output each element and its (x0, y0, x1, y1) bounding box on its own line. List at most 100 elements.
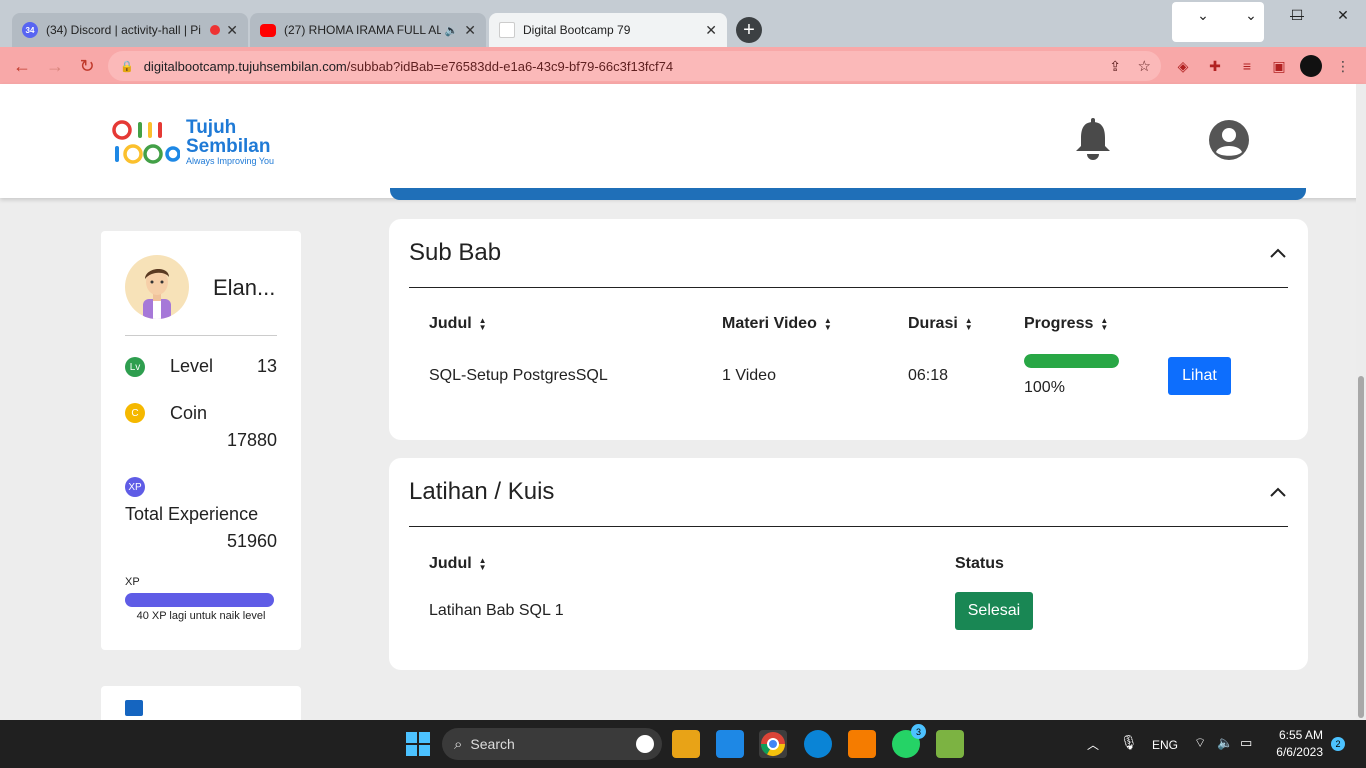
close-window-icon[interactable]: ✕ (1320, 0, 1366, 30)
more-menu-icon[interactable]: ⋮ (1332, 55, 1354, 77)
chrome-icon[interactable] (759, 730, 787, 758)
column-header-durasi[interactable]: Durasi ▲ ▼ (908, 315, 973, 333)
progress-bar (1024, 354, 1119, 368)
progress-bar-fill (1024, 354, 1119, 368)
profile-avatar[interactable] (1300, 55, 1322, 77)
puzzle-extensions-icon[interactable]: ✚ (1204, 55, 1226, 77)
profile-name: Elan... (213, 275, 276, 300)
latihan-card: Latihan / Kuis Judul ▲ ▼ Status Latihan B… (389, 458, 1308, 670)
windows-taskbar: ⌕ Search 3 ︿ 🎙 ENG ⌔ 🔈 ▭ 6:55 AM 6/6/202… (0, 720, 1366, 768)
url-input[interactable]: 🔒 digitalbootcamp.tujuhsembilan.com /sub… (108, 51, 1161, 81)
file-explorer-icon[interactable] (672, 730, 700, 758)
column-header-judul[interactable]: Judul ▲ ▼ (429, 555, 487, 573)
edge-icon[interactable] (804, 730, 832, 758)
logo-line2: Sembilan (186, 136, 271, 157)
wifi-icon[interactable]: ⌔ (1194, 735, 1206, 751)
battery-icon[interactable]: ▭ (1240, 735, 1252, 751)
level-label: Level (170, 356, 214, 376)
column-label: Status (955, 555, 1004, 572)
chapter-header-strip (390, 188, 1306, 200)
coin-value: 17880 (226, 430, 277, 450)
divider (409, 287, 1288, 288)
column-header-status: Status (955, 555, 1004, 573)
column-label: Judul (429, 555, 472, 572)
close-tab-icon[interactable]: ✕ (464, 22, 476, 39)
bookmark-star-icon[interactable]: ☆ (1138, 57, 1151, 75)
divider (125, 335, 277, 336)
tab-youtube[interactable]: (27) RHOMA IRAMA FULL AL 🔊 ✕ (250, 13, 486, 47)
side-panel-icon[interactable]: ▣ (1268, 55, 1290, 77)
speaker-icon[interactable]: 🔊 (445, 24, 459, 37)
level-value: 13 (256, 356, 277, 376)
selesai-status-button[interactable]: Selesai (955, 592, 1033, 630)
sort-icon[interactable]: ▲ ▼ (965, 317, 973, 332)
progress-text: 100% (1024, 379, 1065, 396)
sort-icon[interactable]: ▲ ▼ (479, 317, 487, 332)
forward-arrow-icon[interactable]: → (42, 53, 68, 79)
column-label: Durasi (908, 315, 958, 332)
xampp-icon[interactable] (848, 730, 876, 758)
collapse-chevron-up-icon[interactable] (1268, 244, 1288, 264)
coin-label: Coin (170, 403, 208, 423)
logo-line1: Tujuh (186, 117, 237, 138)
xp-note: 40 XP lagi untuk naik level (136, 610, 266, 622)
url-host: digitalbootcamp.tujuhsembilan.com (143, 58, 347, 74)
notification-bell-icon[interactable] (1074, 118, 1112, 160)
whatsapp-badge: 3 (911, 724, 926, 739)
logo-tagline: Always Improving You (186, 156, 275, 166)
user-account-icon[interactable] (1208, 119, 1250, 161)
tab-discord[interactable]: 34 (34) Discord | activity-hall | Pi ✕ (12, 13, 248, 47)
microphone-icon[interactable]: 🎙 (1120, 734, 1138, 751)
sort-icon[interactable]: ▲ ▼ (479, 557, 487, 572)
tab-search-chevron-icon[interactable]: ⌄ (1180, 0, 1226, 30)
url-path: /subbab?idBab=e76583dd-e1a6-43c9-bf79-66… (346, 58, 674, 74)
bar-chart-icon (125, 700, 143, 716)
subbab-card: Sub Bab Judul ▲ ▼ Materi Video ▲ ▼ Durasi … (389, 219, 1308, 440)
close-tab-icon[interactable]: ✕ (705, 22, 717, 39)
xp-progress-bar (125, 593, 274, 607)
column-header-judul[interactable]: Judul ▲ ▼ (429, 315, 487, 333)
chrome-menu-down-icon[interactable]: ⌄ (1228, 0, 1274, 30)
notification-count-badge[interactable]: 2 (1331, 737, 1345, 751)
app-arrow-icon[interactable] (936, 730, 964, 758)
clock-date[interactable]: 6/6/2023 (1270, 745, 1323, 759)
tab-digital-bootcamp[interactable]: Digital Bootcamp 79 ✕ (489, 13, 727, 47)
close-tab-icon[interactable]: ✕ (226, 22, 238, 39)
xp-total-value: 51960 (226, 531, 277, 551)
back-arrow-icon[interactable]: ← (9, 53, 35, 79)
cell-judul: Latihan Bab SQL 1 (429, 602, 564, 619)
sort-icon[interactable]: ▲ ▼ (824, 317, 832, 332)
address-bar: ← → ↻ 🔒 digitalbootcamp.tujuhsembilan.co… (0, 47, 1366, 84)
whatsapp-icon[interactable]: 3 (892, 724, 926, 758)
column-header-progress[interactable]: Progress ▲ ▼ (1024, 315, 1108, 333)
media-queue-icon[interactable]: ≡ (1236, 55, 1258, 77)
language-indicator[interactable]: ENG (1152, 738, 1178, 752)
clock-time[interactable]: 6:55 AM (1275, 728, 1323, 742)
avatar-illustration-icon (143, 268, 171, 319)
share-icon[interactable]: ⇪ (1109, 58, 1121, 75)
lock-icon: 🔒 (120, 60, 134, 73)
site-logo[interactable]: Tujuh Sembilan Always Improving You (112, 118, 274, 166)
level-badge-icon: Lv (125, 357, 145, 377)
reload-icon[interactable]: ↻ (74, 53, 100, 79)
taskbar-search-input[interactable]: ⌕ Search (442, 728, 662, 760)
discord-icon: 34 (22, 22, 38, 38)
volume-icon[interactable]: 🔈 (1217, 735, 1233, 751)
sort-icon[interactable]: ▲ ▼ (1100, 317, 1108, 332)
show-hidden-icons-chevron-icon[interactable]: ︿ (1087, 736, 1099, 753)
windows-start-icon[interactable] (404, 730, 432, 758)
bing-icon (636, 735, 654, 753)
tab-title: (34) Discord | activity-hall | Pi (46, 23, 201, 37)
column-label: Progress (1024, 315, 1094, 332)
vscode-icon[interactable] (716, 730, 744, 758)
maximize-window-icon[interactable]: ☐ (1274, 0, 1320, 30)
collapse-chevron-up-icon[interactable] (1268, 483, 1288, 503)
xp-bar-label: XP (125, 576, 140, 588)
site-header: Tujuh Sembilan Always Improving You (0, 84, 1366, 198)
lihat-button[interactable]: Lihat (1168, 357, 1231, 395)
scrollbar-thumb[interactable] (1358, 376, 1364, 718)
new-tab-button[interactable]: + (736, 17, 762, 43)
latihan-title: Latihan / Kuis (409, 478, 555, 505)
extension-icon[interactable]: ◈ (1172, 55, 1194, 77)
column-header-materi-video[interactable]: Materi Video ▲ ▼ (722, 315, 832, 333)
